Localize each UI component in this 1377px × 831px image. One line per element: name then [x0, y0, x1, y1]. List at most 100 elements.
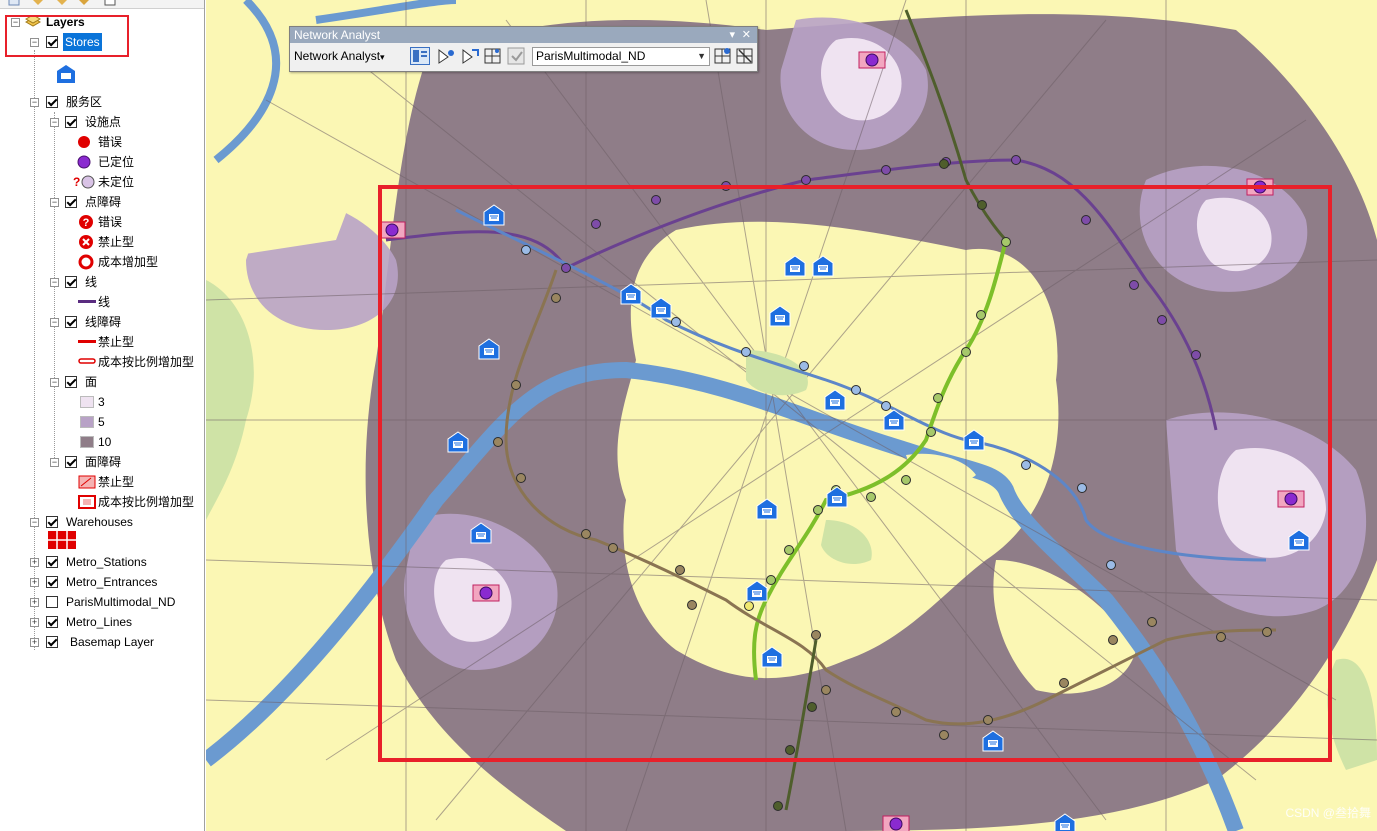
facilities-visibility-checkbox[interactable] — [65, 116, 77, 128]
metro-stations-label[interactable]: Metro_Stations — [66, 553, 147, 571]
line-barriers-visibility-checkbox[interactable] — [65, 316, 77, 328]
facilities-label[interactable]: 设施点 — [85, 113, 121, 131]
solve-icon[interactable] — [507, 47, 527, 65]
list-by-source-icon[interactable] — [32, 0, 44, 6]
lines-visibility-checkbox[interactable] — [65, 276, 77, 288]
toolbar-titlebar[interactable]: Network Analyst ▾ ✕ — [290, 27, 757, 43]
light-purple-circle-icon — [81, 175, 95, 189]
metro-stop-icon — [1011, 155, 1021, 165]
point-barriers-visibility-checkbox[interactable] — [65, 196, 77, 208]
metro-stop-icon — [1157, 315, 1167, 325]
service-area-visibility-checkbox[interactable] — [46, 96, 58, 108]
purple-circle-icon — [77, 155, 91, 169]
network-identify-icon[interactable] — [714, 47, 732, 65]
collapse-icon[interactable]: − — [30, 518, 39, 527]
metro-stop-icon — [1021, 460, 1031, 470]
metro-lines-visibility-checkbox[interactable] — [46, 616, 58, 628]
network-analyst-toolbar[interactable]: Network Analyst ▾ ✕ Network Analyst▾ Par… — [289, 26, 758, 72]
metro-stop-icon — [933, 393, 943, 403]
network-dataset-dropdown[interactable]: ParisMultimodal_ND ▼ — [532, 47, 710, 66]
sublayer-polygons-row[interactable]: − 面 — [0, 373, 200, 391]
layer-metro-stations-row[interactable]: + Metro_Stations — [0, 553, 200, 571]
metro-entrances-label[interactable]: Metro_Entrances — [66, 573, 157, 591]
list-by-visibility-icon[interactable] — [56, 0, 68, 6]
facility-located-icon[interactable] — [858, 51, 886, 69]
sublayer-line-barriers-row[interactable]: − 线障碍 — [0, 313, 200, 331]
facility-located-icon[interactable] — [472, 584, 500, 602]
purple-line-icon — [78, 300, 96, 303]
basemap-visibility-checkbox[interactable] — [46, 636, 58, 648]
collapse-icon[interactable]: − — [50, 318, 59, 327]
basemap-label[interactable]: Basemap Layer — [70, 633, 154, 651]
expand-icon[interactable]: + — [30, 618, 39, 627]
polygons-label[interactable]: 面 — [85, 373, 97, 391]
layer-metro-entrances-row[interactable]: + Metro_Entrances — [0, 573, 200, 591]
collapse-icon[interactable]: − — [50, 278, 59, 287]
sublayer-facilities-row[interactable]: − 设施点 — [0, 113, 200, 131]
facility-located-icon[interactable] — [882, 815, 910, 831]
warehouses-visibility-checkbox[interactable] — [46, 516, 58, 528]
metro-stop-icon — [881, 165, 891, 175]
collapse-icon[interactable]: − — [50, 378, 59, 387]
collapse-icon[interactable]: − — [30, 98, 39, 107]
expand-icon[interactable]: + — [30, 598, 39, 607]
list-by-drawing-order-icon[interactable] — [8, 0, 20, 6]
create-location-tool-icon[interactable] — [436, 47, 456, 65]
polygons-visibility-checkbox[interactable] — [65, 376, 77, 388]
paris-nd-visibility-checkbox[interactable] — [46, 596, 58, 608]
toolbar-options-icon[interactable]: ▾ — [729, 27, 735, 43]
facility-located-icon[interactable] — [1277, 490, 1305, 508]
collapse-icon[interactable]: − — [50, 458, 59, 467]
sublayer-lines-row[interactable]: − 线 — [0, 273, 200, 291]
layer-warehouses-row[interactable]: − Warehouses — [0, 513, 200, 531]
metro-stop-icon — [551, 293, 561, 303]
layer-service-area-row[interactable]: − 服务区 — [0, 93, 200, 111]
polygon-barriers-visibility-checkbox[interactable] — [65, 456, 77, 468]
red-x-circle-icon — [79, 235, 93, 249]
expand-icon[interactable]: + — [30, 558, 39, 567]
layer-metro-lines-row[interactable]: + Metro_Lines — [0, 613, 200, 631]
build-errors-icon[interactable] — [736, 47, 754, 65]
metro-stop-icon — [851, 385, 861, 395]
list-by-selection-icon[interactable] — [78, 0, 90, 6]
metro-stop-icon — [901, 475, 911, 485]
highlight-box — [5, 15, 129, 57]
facility-located-icon[interactable] — [378, 221, 406, 239]
metro-stop-icon — [811, 630, 821, 640]
collapse-icon[interactable]: − — [50, 118, 59, 127]
metro-stop-icon — [961, 347, 971, 357]
polygon-barriers-label[interactable]: 面障碍 — [85, 453, 121, 471]
red-circle-icon — [78, 136, 90, 148]
expand-icon[interactable]: + — [30, 638, 39, 647]
build-network-icon[interactable] — [483, 47, 503, 65]
network-analyst-window-icon[interactable] — [410, 47, 430, 65]
sublayer-polygon-barriers-row[interactable]: − 面障碍 — [0, 453, 200, 471]
chevron-down-icon[interactable]: ▼ — [697, 48, 706, 65]
layer-paris-nd-row[interactable]: + ParisMultimodal_ND — [0, 593, 200, 611]
paris-nd-label[interactable]: ParisMultimodal_ND — [66, 593, 175, 611]
map-canvas[interactable] — [206, 0, 1377, 831]
red-outline-line-icon — [78, 358, 96, 364]
red-hatch-swatch-icon — [78, 475, 96, 489]
point-barriers-label[interactable]: 点障碍 — [85, 193, 121, 211]
line-barriers-label[interactable]: 线障碍 — [85, 313, 121, 331]
lines-label[interactable]: 线 — [85, 273, 97, 291]
metro-stations-visibility-checkbox[interactable] — [46, 556, 58, 568]
network-analyst-menu-button[interactable]: Network Analyst▾ — [294, 47, 404, 65]
service-area-label[interactable]: 服务区 — [66, 93, 102, 111]
map-view[interactable]: CSDN @叁拾舞 — [206, 0, 1377, 831]
metro-stop-icon — [891, 707, 901, 717]
select-move-location-tool-icon[interactable] — [460, 47, 480, 65]
sublayer-point-barriers-row[interactable]: − 点障碍 — [0, 193, 200, 211]
warehouses-label[interactable]: Warehouses — [66, 513, 133, 531]
expand-icon[interactable]: + — [30, 578, 39, 587]
legend-label: 成本按比例增加型 — [98, 355, 195, 369]
metro-lines-label[interactable]: Metro_Lines — [66, 613, 132, 631]
metro-stop-icon — [651, 195, 661, 205]
close-icon[interactable]: ✕ — [742, 27, 751, 43]
layer-basemap-row[interactable]: + Basemap Layer — [0, 633, 200, 651]
metro-entrances-visibility-checkbox[interactable] — [46, 576, 58, 588]
metro-stop-icon — [1129, 280, 1139, 290]
options-icon[interactable] — [104, 0, 116, 6]
collapse-icon[interactable]: − — [50, 198, 59, 207]
